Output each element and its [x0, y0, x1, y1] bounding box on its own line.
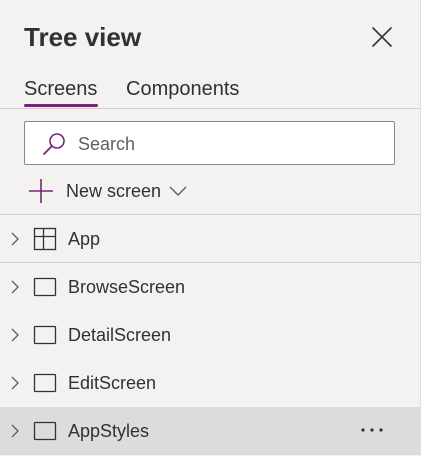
tree-item-app[interactable]: App — [0, 215, 420, 263]
tab-components[interactable]: Components — [126, 78, 239, 101]
new-screen-button[interactable]: New screen — [28, 177, 193, 205]
more-options-button[interactable] — [352, 415, 392, 445]
plus-icon — [29, 179, 53, 203]
active-tab-indicator — [24, 104, 98, 107]
search-box[interactable] — [24, 121, 395, 165]
tree-item-detailscreen[interactable]: DetailScreen — [0, 311, 420, 359]
tree-item-label: DetailScreen — [68, 325, 172, 345]
chevron-right-icon[interactable] — [9, 232, 21, 246]
tabs-divider — [0, 108, 420, 109]
new-screen-label: New screen — [66, 181, 162, 201]
chevron-down-icon[interactable] — [169, 184, 187, 198]
close-icon — [372, 27, 392, 47]
screen-icon — [33, 421, 57, 441]
close-button[interactable] — [370, 25, 394, 49]
screen-icon — [33, 373, 57, 393]
tree-item-label: EditScreen — [68, 373, 157, 393]
tree-item-editscreen[interactable]: EditScreen — [0, 359, 420, 407]
panel-title: Tree view — [24, 22, 142, 52]
panel-edge — [420, 0, 425, 456]
chevron-right-icon[interactable] — [9, 280, 21, 294]
tree-item-browsescreen[interactable]: BrowseScreen — [0, 263, 420, 311]
chevron-right-icon[interactable] — [9, 424, 21, 438]
tree-view-panel: Tree view Screens Components New screen — [0, 0, 420, 456]
tree-item-label: BrowseScreen — [68, 277, 186, 297]
tree-item-appstyles[interactable]: AppStyles — [0, 407, 420, 455]
tree-item-label: AppStyles — [68, 421, 150, 441]
tree-item-label: App — [68, 229, 101, 249]
screen-icon — [33, 277, 57, 297]
screen-icon — [33, 325, 57, 345]
more-options-icon — [361, 428, 383, 432]
app-icon — [33, 227, 57, 251]
chevron-right-icon[interactable] — [9, 328, 21, 342]
search-icon — [43, 133, 65, 155]
chevron-right-icon[interactable] — [9, 376, 21, 390]
search-input[interactable] — [78, 133, 378, 155]
tab-screens[interactable]: Screens — [24, 78, 97, 101]
